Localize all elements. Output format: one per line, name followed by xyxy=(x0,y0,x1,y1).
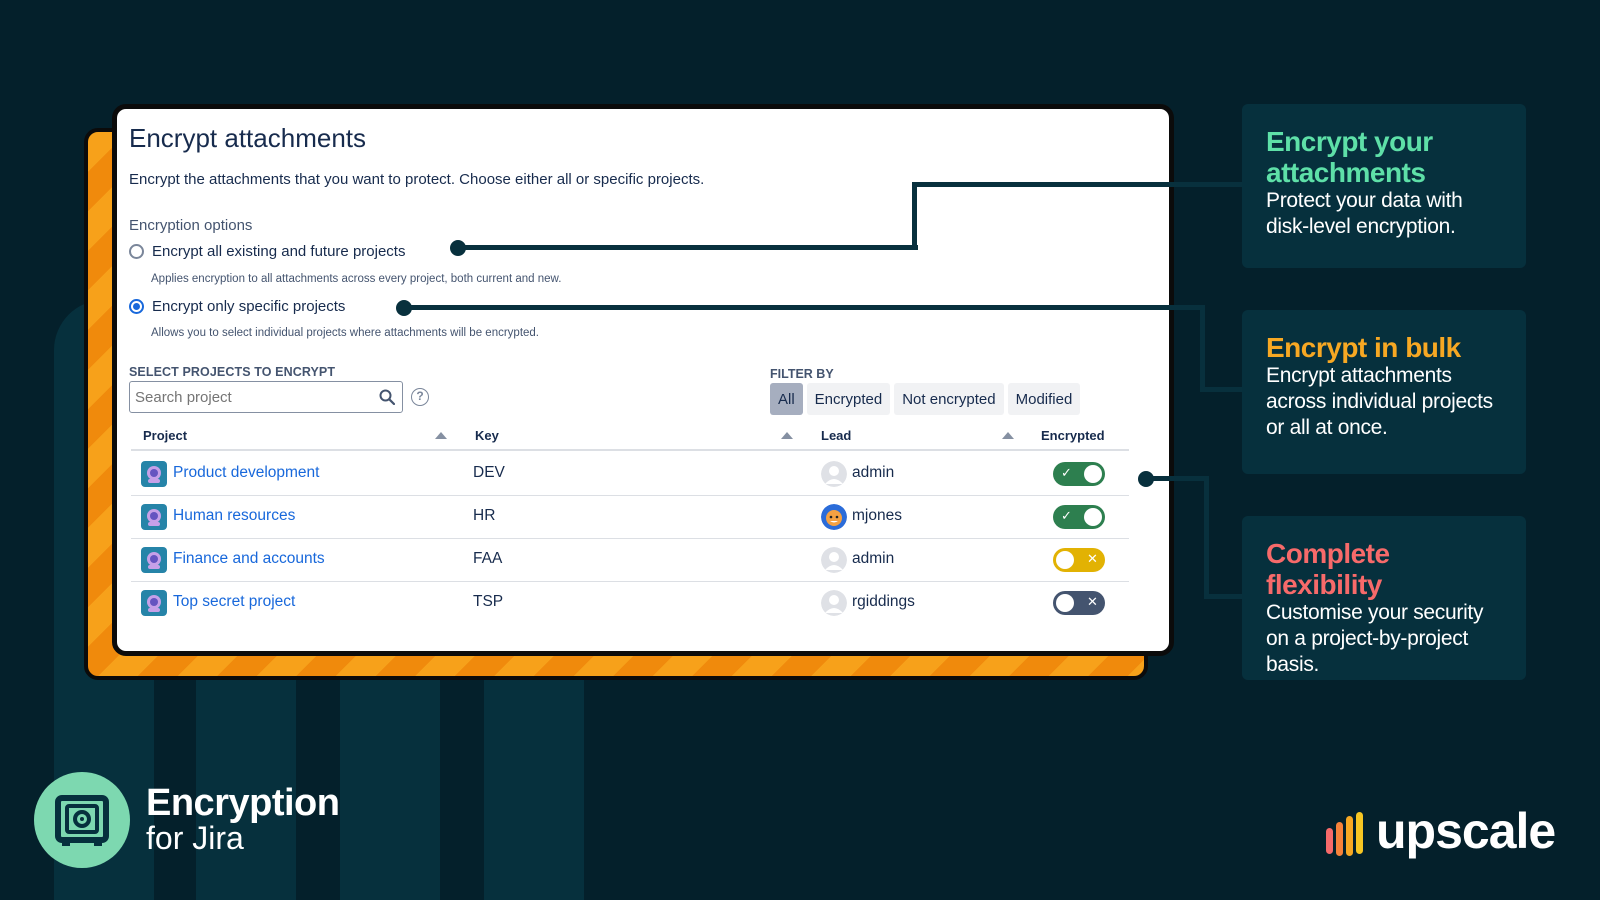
user-avatar-icon xyxy=(821,590,847,616)
check-icon: ✓ xyxy=(1061,465,1072,480)
search-project-input[interactable] xyxy=(129,381,403,413)
project-avatar-icon xyxy=(141,461,167,487)
callout-flexibility: Complete flexibility Customise your secu… xyxy=(1242,516,1526,680)
table-row: Finance and accounts FAA admin ✕ xyxy=(131,539,1129,582)
connector-line xyxy=(458,245,918,250)
radio-encrypt-specific[interactable]: Encrypt only specific projects xyxy=(129,298,345,315)
project-key: DEV xyxy=(473,464,505,481)
toggle-knob xyxy=(1084,508,1102,526)
radio-button-checked[interactable] xyxy=(129,299,144,314)
brand-subtitle: for Jira xyxy=(146,820,244,856)
upscale-logo-icon xyxy=(1326,812,1363,856)
connector-line xyxy=(912,182,1242,187)
callout-title: Encrypt your attachments xyxy=(1266,126,1433,188)
lead-name: admin xyxy=(852,550,895,567)
filter-modified-button[interactable]: Modified xyxy=(1007,383,1081,415)
lead-name: mjones xyxy=(852,507,902,524)
page-description: Encrypt the attachments that you want to… xyxy=(129,171,705,188)
project-link[interactable]: Finance and accounts xyxy=(173,550,325,568)
lead-name: rgiddings xyxy=(852,593,915,610)
user-avatar-icon xyxy=(821,504,847,530)
column-header-key[interactable]: Key xyxy=(475,428,499,443)
sort-ascending-icon[interactable] xyxy=(781,432,793,439)
encrypted-toggle[interactable]: ✓ xyxy=(1053,462,1105,486)
table-header: Project Key Lead Encrypted xyxy=(131,423,1129,451)
user-avatar-icon xyxy=(821,547,847,573)
connector-line xyxy=(404,305,1204,310)
user-avatar-icon xyxy=(821,461,847,487)
safe-logo-icon xyxy=(34,772,130,868)
connector-line xyxy=(1204,476,1209,598)
project-key: TSP xyxy=(473,593,504,610)
help-icon[interactable]: ? xyxy=(411,388,429,406)
filter-by-label: FILTER BY xyxy=(770,367,834,381)
sort-ascending-icon[interactable] xyxy=(1002,432,1014,439)
connector-line xyxy=(1204,594,1242,599)
column-header-lead[interactable]: Lead xyxy=(821,428,851,443)
project-link[interactable]: Top secret project xyxy=(173,593,295,611)
column-header-project[interactable]: Project xyxy=(143,428,187,443)
callout-title: Complete flexibility xyxy=(1266,538,1390,600)
project-key: FAA xyxy=(473,550,503,567)
project-key: HR xyxy=(473,507,496,524)
lead-name: admin xyxy=(852,464,895,481)
upscale-wordmark: upscale xyxy=(1376,803,1556,859)
toggle-knob xyxy=(1056,594,1074,612)
check-icon: ✓ xyxy=(1061,508,1072,523)
connector-line xyxy=(1146,476,1208,481)
filter-all-button[interactable]: All xyxy=(770,383,803,415)
radio-label: Encrypt all existing and future projects xyxy=(152,243,406,260)
table-row: Human resources HR mjones ✓ xyxy=(131,496,1129,539)
radio-button-unchecked[interactable] xyxy=(129,244,144,259)
filter-not-encrypted-button[interactable]: Not encrypted xyxy=(894,383,1004,415)
callout-body: Customise your security on a project-by-… xyxy=(1266,601,1484,676)
connector-line xyxy=(1200,305,1205,390)
callout-encrypt-attachments: Encrypt your attachments Protect your da… xyxy=(1242,104,1526,268)
connector-line xyxy=(1200,387,1242,392)
radio-help-text: Allows you to select individual projects… xyxy=(151,327,539,339)
encrypted-toggle[interactable]: ✕ xyxy=(1053,548,1105,572)
callout-body: Encrypt attachments across individual pr… xyxy=(1266,364,1493,439)
callout-title: Encrypt in bulk xyxy=(1266,332,1461,363)
close-icon: ✕ xyxy=(1087,551,1098,566)
select-projects-label: SELECT PROJECTS TO ENCRYPT xyxy=(129,365,336,379)
callout-encrypt-bulk: Encrypt in bulk Encrypt attachments acro… xyxy=(1242,310,1526,474)
sort-ascending-icon[interactable] xyxy=(435,432,447,439)
project-link[interactable]: Product development xyxy=(173,464,319,482)
search-icon[interactable] xyxy=(379,389,395,405)
project-avatar-icon xyxy=(141,547,167,573)
table-row: Product development DEV admin ✓ xyxy=(131,453,1129,496)
project-link[interactable]: Human resources xyxy=(173,507,295,525)
project-avatar-icon xyxy=(141,590,167,616)
page-title: Encrypt attachments xyxy=(129,123,366,153)
project-avatar-icon xyxy=(141,504,167,530)
table-row: Top secret project TSP rgiddings ✕ xyxy=(131,582,1129,625)
radio-encrypt-all[interactable]: Encrypt all existing and future projects xyxy=(129,243,405,260)
brand-title: Encryption xyxy=(146,782,340,824)
toggle-knob xyxy=(1056,551,1074,569)
radio-label: Encrypt only specific projects xyxy=(152,298,346,315)
callout-body: Protect your data with disk-level encryp… xyxy=(1266,189,1463,238)
filter-button-group: All Encrypted Not encrypted Modified xyxy=(770,383,1081,415)
radio-help-text: Applies encryption to all attachments ac… xyxy=(151,273,562,285)
encryption-options-label: Encryption options xyxy=(129,217,253,234)
close-icon: ✕ xyxy=(1087,594,1098,609)
toggle-knob xyxy=(1084,465,1102,483)
encrypted-toggle[interactable]: ✕ xyxy=(1053,591,1105,615)
column-header-encrypted: Encrypted xyxy=(1041,428,1105,443)
connector-line xyxy=(912,182,917,250)
encrypted-toggle[interactable]: ✓ xyxy=(1053,505,1105,529)
filter-encrypted-button[interactable]: Encrypted xyxy=(806,383,891,415)
